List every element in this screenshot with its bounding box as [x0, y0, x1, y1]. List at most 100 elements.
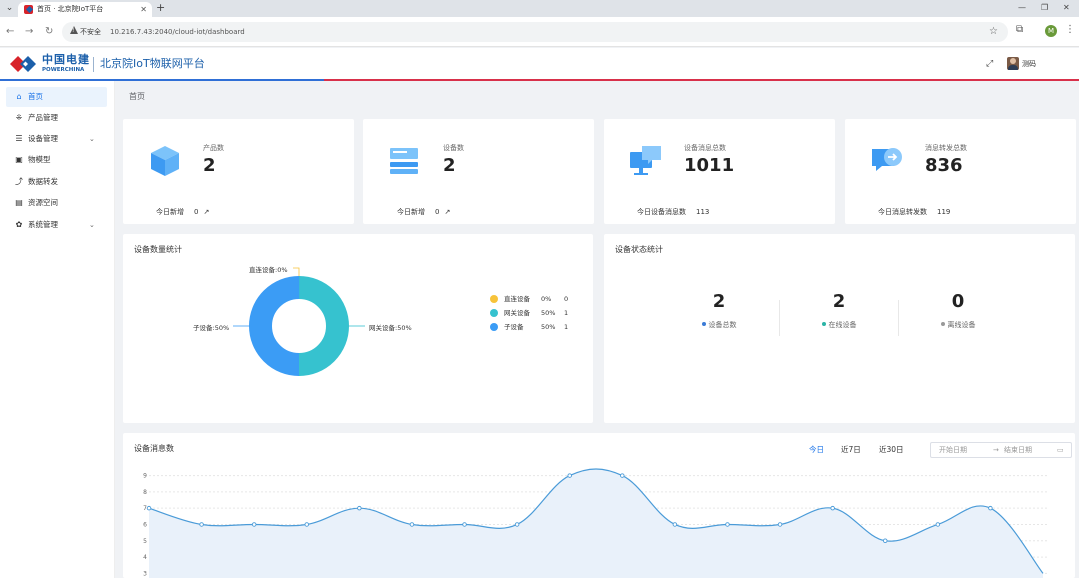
sidebar-item-system[interactable]: ✿ 系统管理 ⌄ — [6, 215, 107, 235]
breadcrumb[interactable]: 首页 — [129, 90, 145, 104]
data-point[interactable] — [514, 522, 520, 527]
browser-tab[interactable]: 首页 · 北京院IoT平台 ✕ — [18, 2, 152, 17]
legend-dot — [490, 309, 498, 317]
data-point[interactable] — [462, 522, 467, 527]
sidebar-item-products[interactable]: ⁜ 产品管理 — [6, 108, 107, 128]
header-accent-red — [324, 79, 1079, 81]
minimize-icon[interactable]: — — [1018, 1, 1026, 15]
data-point[interactable] — [304, 522, 310, 527]
status-online: 2 在线设备 — [779, 290, 899, 330]
status-label-row: 设备总数 — [659, 320, 779, 330]
warning-icon — [70, 26, 78, 34]
extensions-icon[interactable]: ⧉ — [1016, 24, 1023, 35]
status-label: 离线设备 — [947, 321, 976, 329]
sidebar: ⌂ 首页 ⁜ 产品管理 ☰ 设备管理 ⌄ ▣ 物模型 ⤴ 数据转发 ▤ 资源空间… — [0, 81, 115, 578]
stat-label: 消息转发总数 — [925, 144, 967, 152]
restore-icon[interactable]: ❐ — [1041, 1, 1048, 15]
data-point[interactable] — [620, 473, 625, 478]
browser-menu-icon[interactable]: ⋮ — [1065, 24, 1075, 35]
logo-divider — [93, 57, 94, 72]
sidebar-item-devices[interactable]: ☰ 设备管理 ⌄ — [6, 129, 107, 149]
data-point[interactable] — [567, 473, 572, 478]
platform-title: 北京院IoT物联网平台 — [100, 57, 205, 70]
tab-close-icon[interactable]: ✕ — [140, 4, 147, 15]
settings-icon: ✿ — [15, 220, 23, 229]
status-offline: 0 离线设备 — [898, 290, 1018, 330]
data-point[interactable] — [725, 522, 730, 527]
stat-card-devices: 设备数 2 今日新增 0 ↗ — [363, 119, 594, 224]
data-point[interactable] — [199, 522, 204, 527]
bookmark-star-icon[interactable]: ☆ — [989, 25, 998, 39]
legend-name: 直连设备 — [504, 295, 530, 303]
url-field[interactable]: 不安全 10.216.7.43:2040/cloud-iot/dashboard… — [62, 22, 1008, 42]
data-point[interactable] — [146, 505, 152, 511]
panel-title: 设备状态统计 — [615, 245, 663, 254]
legend-percent: 0% — [541, 295, 552, 303]
resource-icon: ▤ — [15, 198, 23, 207]
stat-label: 设备消息总数 — [684, 144, 726, 152]
legend-dot — [490, 295, 498, 303]
profile-avatar[interactable]: M — [1045, 25, 1057, 37]
y-tick-label: 7 — [143, 505, 147, 512]
data-point[interactable] — [935, 522, 941, 527]
username[interactable]: 测码 — [1022, 58, 1036, 70]
sidebar-item-label: 产品管理 — [28, 113, 58, 122]
callout-gateway: 网关设备:50% — [369, 324, 412, 332]
status-dot — [701, 322, 706, 326]
data-point[interactable] — [251, 522, 257, 527]
data-point[interactable] — [777, 522, 783, 527]
stat-foot-value: 0 — [194, 208, 199, 216]
legend-count: 0 — [564, 295, 569, 303]
stat-foot-label: 今日消息转发数 — [878, 208, 927, 216]
status-label-row: 离线设备 — [898, 320, 1018, 330]
sidebar-item-home[interactable]: ⌂ 首页 — [6, 87, 107, 107]
stat-footer: 今日新增 0 ↗ — [397, 207, 450, 217]
stat-value: 2 — [443, 155, 456, 176]
message-chart-panel: 设备消息数 今日 近7日 近30日 开始日期 → 结束日期 ▭ 3456789 — [123, 433, 1075, 578]
back-icon[interactable]: ← — [6, 25, 14, 39]
legend-item[interactable]: 子设备 50% 1 — [490, 320, 580, 334]
forward-icon: ⤴ — [15, 177, 23, 186]
new-tab-icon[interactable]: + — [156, 1, 165, 15]
legend-item[interactable]: 网关设备 50% 1 — [490, 306, 580, 320]
stat-footer: 今日设备消息数 113 — [637, 207, 709, 217]
legend-percent: 50% — [541, 309, 556, 317]
server-icon — [390, 148, 418, 174]
legend-item[interactable]: 直连设备 0% 0 — [490, 292, 580, 306]
stat-foot-label: 今日新增 — [397, 208, 425, 216]
stat-foot-label: 今日设备消息数 — [637, 208, 686, 216]
fullscreen-icon[interactable]: ⤢ — [986, 58, 993, 70]
app-header: 中国电建 POWERCHINA 北京院IoT物联网平台 ⤢ 测码 — [0, 48, 1079, 80]
user-avatar[interactable] — [1007, 57, 1019, 70]
stat-label: 产品数 — [203, 144, 224, 152]
legend-name: 子设备 — [504, 323, 524, 331]
y-tick-label: 5 — [143, 538, 147, 545]
sidebar-item-forward[interactable]: ⤴ 数据转发 — [6, 172, 107, 192]
data-point[interactable] — [830, 505, 835, 511]
reload-icon[interactable]: ↻ — [45, 25, 53, 39]
model-icon: ▣ — [15, 155, 23, 164]
logo-en-text: POWERCHINA — [42, 67, 85, 73]
stat-footer: 今日新增 0 ↗ — [156, 207, 209, 217]
data-point[interactable] — [988, 505, 993, 511]
message-line-chart: 3 4 5 6 7 8 9 — [143, 468, 1048, 578]
legend-percent: 50% — [541, 323, 556, 331]
status-dot — [821, 322, 826, 326]
callout-line-direct — [293, 267, 300, 276]
tab-search-icon[interactable]: ⌄ — [3, 2, 16, 15]
data-point[interactable] — [357, 505, 362, 511]
data-point[interactable] — [409, 522, 415, 527]
legend-dot — [490, 323, 498, 331]
data-point[interactable] — [672, 522, 678, 527]
url-text[interactable]: 10.216.7.43:2040/cloud-iot/dashboard — [110, 26, 245, 38]
powerchina-logo-icon — [10, 56, 36, 72]
sidebar-item-label: 数据转发 — [28, 177, 58, 186]
forward-icon[interactable]: → — [25, 25, 33, 39]
favicon-icon — [24, 5, 33, 14]
data-point[interactable] — [882, 538, 888, 544]
sidebar-item-model[interactable]: ▣ 物模型 — [6, 150, 107, 170]
window-close-icon[interactable]: ✕ — [1063, 1, 1070, 15]
tab-title: 首页 · 北京院IoT平台 — [37, 5, 104, 13]
security-label[interactable]: 不安全 — [80, 26, 101, 38]
sidebar-item-resources[interactable]: ▤ 资源空间 — [6, 193, 107, 213]
